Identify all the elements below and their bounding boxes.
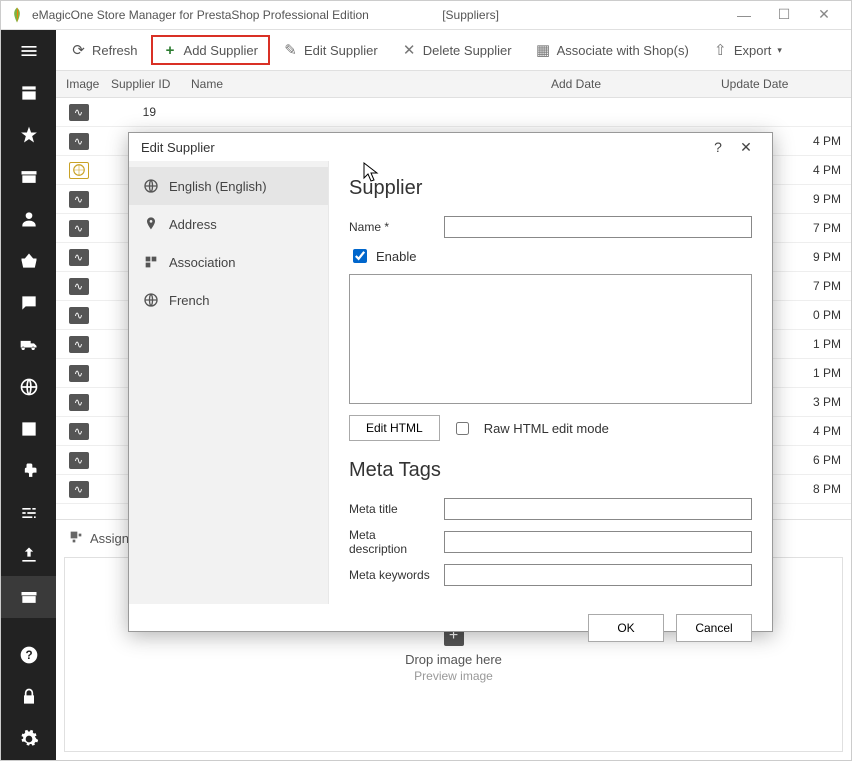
thumbnail-icon: ∿ (69, 365, 89, 382)
meta-title-label: Meta title (349, 502, 434, 516)
edit-supplier-button[interactable]: ✎ Edit Supplier (272, 35, 389, 65)
thumbnail-icon: ∿ (69, 133, 89, 150)
table-row[interactable]: ∿ 19 (56, 98, 851, 127)
sidebar-help[interactable]: ? (1, 634, 56, 676)
drop-subtext: Preview image (414, 669, 493, 683)
meta-title-input[interactable] (444, 498, 752, 520)
col-image[interactable]: Image (56, 77, 101, 91)
plus-icon: + (163, 43, 178, 58)
associate-shops-button[interactable]: ▦ Associate with Shop(s) (525, 35, 700, 65)
table-header: Image Supplier ID Name Add Date Update D… (56, 70, 851, 98)
refresh-button[interactable]: ⟳ Refresh (60, 35, 149, 65)
refresh-icon: ⟳ (71, 43, 86, 58)
sidebar-globe[interactable] (1, 366, 56, 408)
app-logo-icon (8, 6, 26, 24)
toolbar: ⟳ Refresh + Add Supplier ✎ Edit Supplier… (0, 30, 852, 70)
section-meta-heading: Meta Tags (349, 459, 752, 482)
sidebar-puzzle[interactable] (1, 450, 56, 492)
meta-desc-label: Meta description (349, 528, 434, 556)
name-input[interactable] (444, 216, 752, 238)
thumbnail-icon (69, 162, 89, 179)
delete-supplier-button[interactable]: ✕ Delete Supplier (391, 35, 523, 65)
nav-french[interactable]: French (129, 281, 328, 319)
meta-keywords-input[interactable] (444, 564, 752, 586)
sidebar-star[interactable] (1, 114, 56, 156)
edit-html-button[interactable]: Edit HTML (349, 415, 440, 441)
meta-desc-input[interactable] (444, 531, 752, 553)
edit-supplier-dialog: Edit Supplier ? ✕ English (English) Addr… (128, 132, 773, 632)
sidebar-user[interactable] (1, 198, 56, 240)
enable-checkbox[interactable] (353, 249, 367, 263)
sidebar-truck[interactable] (1, 324, 56, 366)
assign-icon (68, 529, 84, 548)
globe-icon (143, 178, 159, 194)
sidebar-menu[interactable] (1, 30, 56, 72)
thumbnail-icon: ∿ (69, 104, 89, 121)
sidebar-store[interactable] (1, 72, 56, 114)
description-textarea[interactable] (349, 274, 752, 404)
thumbnail-icon: ∿ (69, 481, 89, 498)
assign-label[interactable]: Assign (90, 531, 129, 546)
window-title: eMagicOne Store Manager for PrestaShop P… (32, 8, 724, 22)
nav-address[interactable]: Address (129, 205, 328, 243)
thumbnail-icon: ∿ (69, 278, 89, 295)
col-add-date[interactable]: Add Date (541, 77, 711, 91)
dialog-title: Edit Supplier (141, 140, 215, 155)
sidebar-lock[interactable] (1, 676, 56, 718)
sidebar: ? (1, 30, 56, 760)
thumbnail-icon: ∿ (69, 191, 89, 208)
minimize-button[interactable]: — (724, 1, 764, 29)
section-supplier-heading: Supplier (349, 177, 752, 200)
dialog-content: Supplier Name * Enable Edit HTML Raw HTM… (329, 161, 772, 604)
thumbnail-icon: ∿ (69, 336, 89, 353)
dialog-close-button[interactable]: ✕ (732, 133, 760, 161)
export-button[interactable]: ⇧ Export ▾ (702, 35, 793, 65)
thumbnail-icon: ∿ (69, 423, 89, 440)
thumbnail-icon: ∿ (69, 307, 89, 324)
globe-icon (143, 292, 159, 308)
sidebar-settings[interactable] (1, 718, 56, 760)
dialog-nav: English (English) Address Association Fr… (129, 161, 329, 604)
association-icon (143, 254, 159, 270)
nav-association[interactable]: Association (129, 243, 328, 281)
add-supplier-button[interactable]: + Add Supplier (151, 35, 270, 65)
meta-keywords-label: Meta keywords (349, 568, 434, 582)
dialog-titlebar: Edit Supplier ? ✕ (129, 133, 772, 161)
cell-supplier-id: 19 (101, 105, 181, 119)
thumbnail-icon: ∿ (69, 249, 89, 266)
cancel-button[interactable]: Cancel (676, 614, 752, 642)
maximize-button[interactable]: ☐ (764, 1, 804, 29)
pin-icon (143, 216, 159, 232)
titlebar: eMagicOne Store Manager for PrestaShop P… (0, 0, 852, 30)
col-supplier-id[interactable]: Supplier ID (101, 77, 181, 91)
thumbnail-icon: ∿ (69, 394, 89, 411)
thumbnail-icon: ∿ (69, 220, 89, 237)
chevron-down-icon: ▾ (777, 45, 782, 56)
sidebar-archive[interactable] (1, 156, 56, 198)
shop-icon: ▦ (536, 43, 551, 58)
dialog-help-button[interactable]: ? (704, 133, 732, 161)
sidebar-sliders[interactable] (1, 492, 56, 534)
col-name[interactable]: Name (181, 77, 541, 91)
thumbnail-icon: ∿ (69, 452, 89, 469)
pencil-icon: ✎ (283, 43, 298, 58)
sidebar-basket[interactable] (1, 240, 56, 282)
close-button[interactable]: ✕ (804, 1, 844, 29)
col-update-date[interactable]: Update Date (711, 77, 851, 91)
sidebar-chart[interactable] (1, 408, 56, 450)
ok-button[interactable]: OK (588, 614, 664, 642)
nav-english[interactable]: English (English) (129, 167, 328, 205)
export-icon: ⇧ (713, 43, 728, 58)
dialog-footer: OK Cancel (129, 604, 772, 658)
raw-html-checkbox[interactable] (456, 422, 469, 435)
sidebar-chat[interactable] (1, 282, 56, 324)
sidebar-box[interactable] (1, 576, 56, 618)
enable-label: Enable (376, 249, 416, 264)
sidebar-upload[interactable] (1, 534, 56, 576)
x-icon: ✕ (402, 43, 417, 58)
name-label: Name * (349, 220, 434, 234)
raw-html-label: Raw HTML edit mode (484, 421, 609, 436)
svg-text:?: ? (25, 649, 32, 662)
